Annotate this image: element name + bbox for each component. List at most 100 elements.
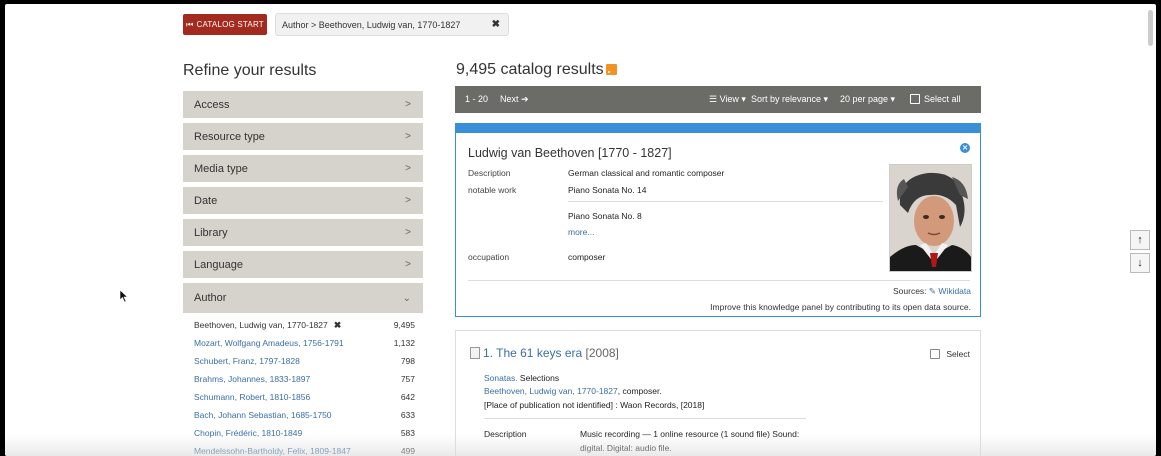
description-line-2: digital. Digital: audio file. <box>580 443 672 453</box>
select-all-checkbox[interactable]: Select all <box>910 94 961 104</box>
facet-label: Library <box>194 226 228 239</box>
page: ⏮ CATALOG START Author > Beethoven, Ludw… <box>5 4 1156 456</box>
facet-media-type[interactable]: Media type > <box>183 155 423 182</box>
occupation-label: occupation <box>468 252 510 262</box>
author-name: Schubert, Franz, 1797-1828 <box>194 356 300 366</box>
result-item: 1. The 61 keys era [2008] Select Sonatas… <box>455 330 981 456</box>
facet-resource-type[interactable]: Resource type > <box>183 123 423 150</box>
author-count: 9,495 <box>393 320 415 330</box>
skip-back-icon: ⏮ <box>186 19 194 29</box>
facet-label: Language <box>194 258 243 271</box>
uniform-title-link[interactable]: Sonatas. <box>484 373 518 383</box>
scroll-down-button[interactable]: ↓ <box>1130 253 1150 273</box>
facet-label: Access <box>194 98 230 111</box>
list-item[interactable]: Beethoven, Ludwig van, 1770-1827 ✖ 9,495 <box>194 320 423 338</box>
chevron-right-icon: > <box>405 163 411 174</box>
panel-header-bar <box>456 124 980 133</box>
list-item[interactable]: Mozart, Wolfgang Amadeus, 1756-1791 1,132 <box>194 338 423 356</box>
author-count: 642 <box>400 392 415 402</box>
facet-date[interactable]: Date > <box>183 187 423 214</box>
uniform-title-rest: Selections <box>517 373 560 383</box>
list-item[interactable]: Chopin, Frédéric, 1810-1849 583 <box>194 428 423 446</box>
results-count: 9,495 catalog results <box>456 61 604 78</box>
list-item[interactable]: Schubert, Franz, 1797-1828 798 <box>194 356 423 374</box>
facet-library[interactable]: Library > <box>183 219 423 246</box>
divider <box>568 201 883 202</box>
author-count: 757 <box>400 374 415 384</box>
author-count: 583 <box>400 428 415 438</box>
chevron-down-icon: ⌄ <box>402 292 411 304</box>
publication: [Place of publication not identified] : … <box>484 400 705 410</box>
wikidata-icon: ✎ <box>928 286 937 296</box>
sources-line: Sources: ✎ Wikidata <box>893 286 971 297</box>
facet-access[interactable]: Access > <box>183 91 423 118</box>
description-label: Description <box>468 168 511 178</box>
author-count: 633 <box>400 410 415 420</box>
wikidata-link[interactable]: Wikidata <box>938 286 971 296</box>
catalog-start-label: CATALOG START <box>196 20 264 29</box>
rss-icon[interactable] <box>605 64 617 75</box>
description-value: German classical and romantic composer <box>568 168 725 178</box>
list-item[interactable]: Bach, Johann Sebastian, 1685-1750 633 <box>194 410 423 428</box>
author-role: , composer. <box>617 386 662 396</box>
knowledge-panel: Ludwig van Beethoven [1770 - 1827] ✕ Des… <box>455 123 981 317</box>
author-count: 798 <box>400 356 415 366</box>
sources-label: Sources: <box>892 286 927 296</box>
result-title-text: 1. The 61 keys era <box>483 346 583 360</box>
breadcrumb-text: Author > Beethoven, Ludwig van, 1770-182… <box>282 19 461 30</box>
per-page-menu[interactable]: 20 per page ▾ <box>840 94 895 105</box>
author-link[interactable]: Beethoven, Ludwig van, 1770-1827 <box>484 386 618 396</box>
mouse-cursor-icon <box>119 289 129 303</box>
author-name: Brahms, Johannes, 1833-1897 <box>194 374 311 384</box>
facet-language[interactable]: Language > <box>183 251 423 278</box>
description-label: Description <box>484 429 527 439</box>
facet-label: Resource type <box>194 130 265 143</box>
author-count: 499 <box>400 446 415 456</box>
select-all-label: Select all <box>924 94 961 104</box>
remove-filter-icon[interactable]: ✖ <box>492 19 500 30</box>
view-menu[interactable]: ☰ View ▾ <box>709 94 746 105</box>
chevron-right-icon: > <box>405 131 411 142</box>
author-name: Beethoven, Ludwig van, 1770-1827 <box>194 320 328 330</box>
result-year: [2008] <box>585 346 619 360</box>
scroll-up-button[interactable]: ↑ <box>1130 230 1150 250</box>
author-name: Mendelssohn-Bartholdy, Felix, 1809-1847 <box>194 446 351 456</box>
author-name: Schumann, Robert, 1810-1856 <box>194 392 311 402</box>
facet-author[interactable]: Author ⌄ <box>183 283 423 313</box>
portrait-image <box>889 164 972 272</box>
catalog-start-button[interactable]: ⏮ CATALOG START <box>183 14 267 35</box>
improve-text: Improve this knowledge panel by contribu… <box>710 302 971 312</box>
notable-work-2: Piano Sonata No. 8 <box>568 211 642 221</box>
sort-menu[interactable]: Sort by relevance ▾ <box>751 94 828 105</box>
panel-title: Ludwig van Beethoven [1770 - 1827] <box>468 146 672 160</box>
more-link[interactable]: more... <box>568 227 594 237</box>
uniform-title: Sonatas. Selections <box>484 373 559 383</box>
results-title: 9,495 catalog results <box>456 61 617 79</box>
results-toolbar: 1 - 20 Next ➔ ☰ View ▾ Sort by relevance… <box>455 86 981 113</box>
next-button[interactable]: Next ➔ <box>500 94 529 105</box>
notable-work-1: Piano Sonata No. 14 <box>568 185 647 195</box>
author-name: Chopin, Frédéric, 1810-1849 <box>194 428 303 438</box>
page-scrollbar[interactable] <box>1148 10 1153 46</box>
author-name: Bach, Johann Sebastian, 1685-1750 <box>194 410 332 420</box>
checkbox-icon <box>910 94 920 104</box>
author-count: 1,132 <box>393 338 415 348</box>
close-icon[interactable]: ✕ <box>960 143 970 153</box>
chevron-right-icon: > <box>405 195 411 206</box>
checkbox-icon <box>930 349 941 359</box>
select-checkbox[interactable]: Select <box>930 349 970 359</box>
list-item[interactable]: Schumann, Robert, 1810-1856 642 <box>194 392 423 410</box>
remove-icon[interactable]: ✖ <box>334 320 342 330</box>
list-item[interactable]: Brahms, Johannes, 1833-1897 757 <box>194 374 423 392</box>
facet-label: Media type <box>194 162 248 175</box>
description-line-1: Music recording — 1 online resource (1 s… <box>580 429 800 439</box>
notable-label: notable work <box>468 185 517 195</box>
breadcrumb[interactable]: Author > Beethoven, Ludwig van, 1770-182… <box>275 13 509 36</box>
list-item[interactable]: Mendelssohn-Bartholdy, Felix, 1809-1847 4… <box>194 446 423 456</box>
divider <box>484 418 806 419</box>
chevron-right-icon: > <box>405 99 411 110</box>
facet-label: Date <box>194 194 218 207</box>
select-label: Select <box>946 349 970 359</box>
result-title[interactable]: 1. The 61 keys era [2008] <box>470 346 619 360</box>
divider <box>468 280 970 281</box>
